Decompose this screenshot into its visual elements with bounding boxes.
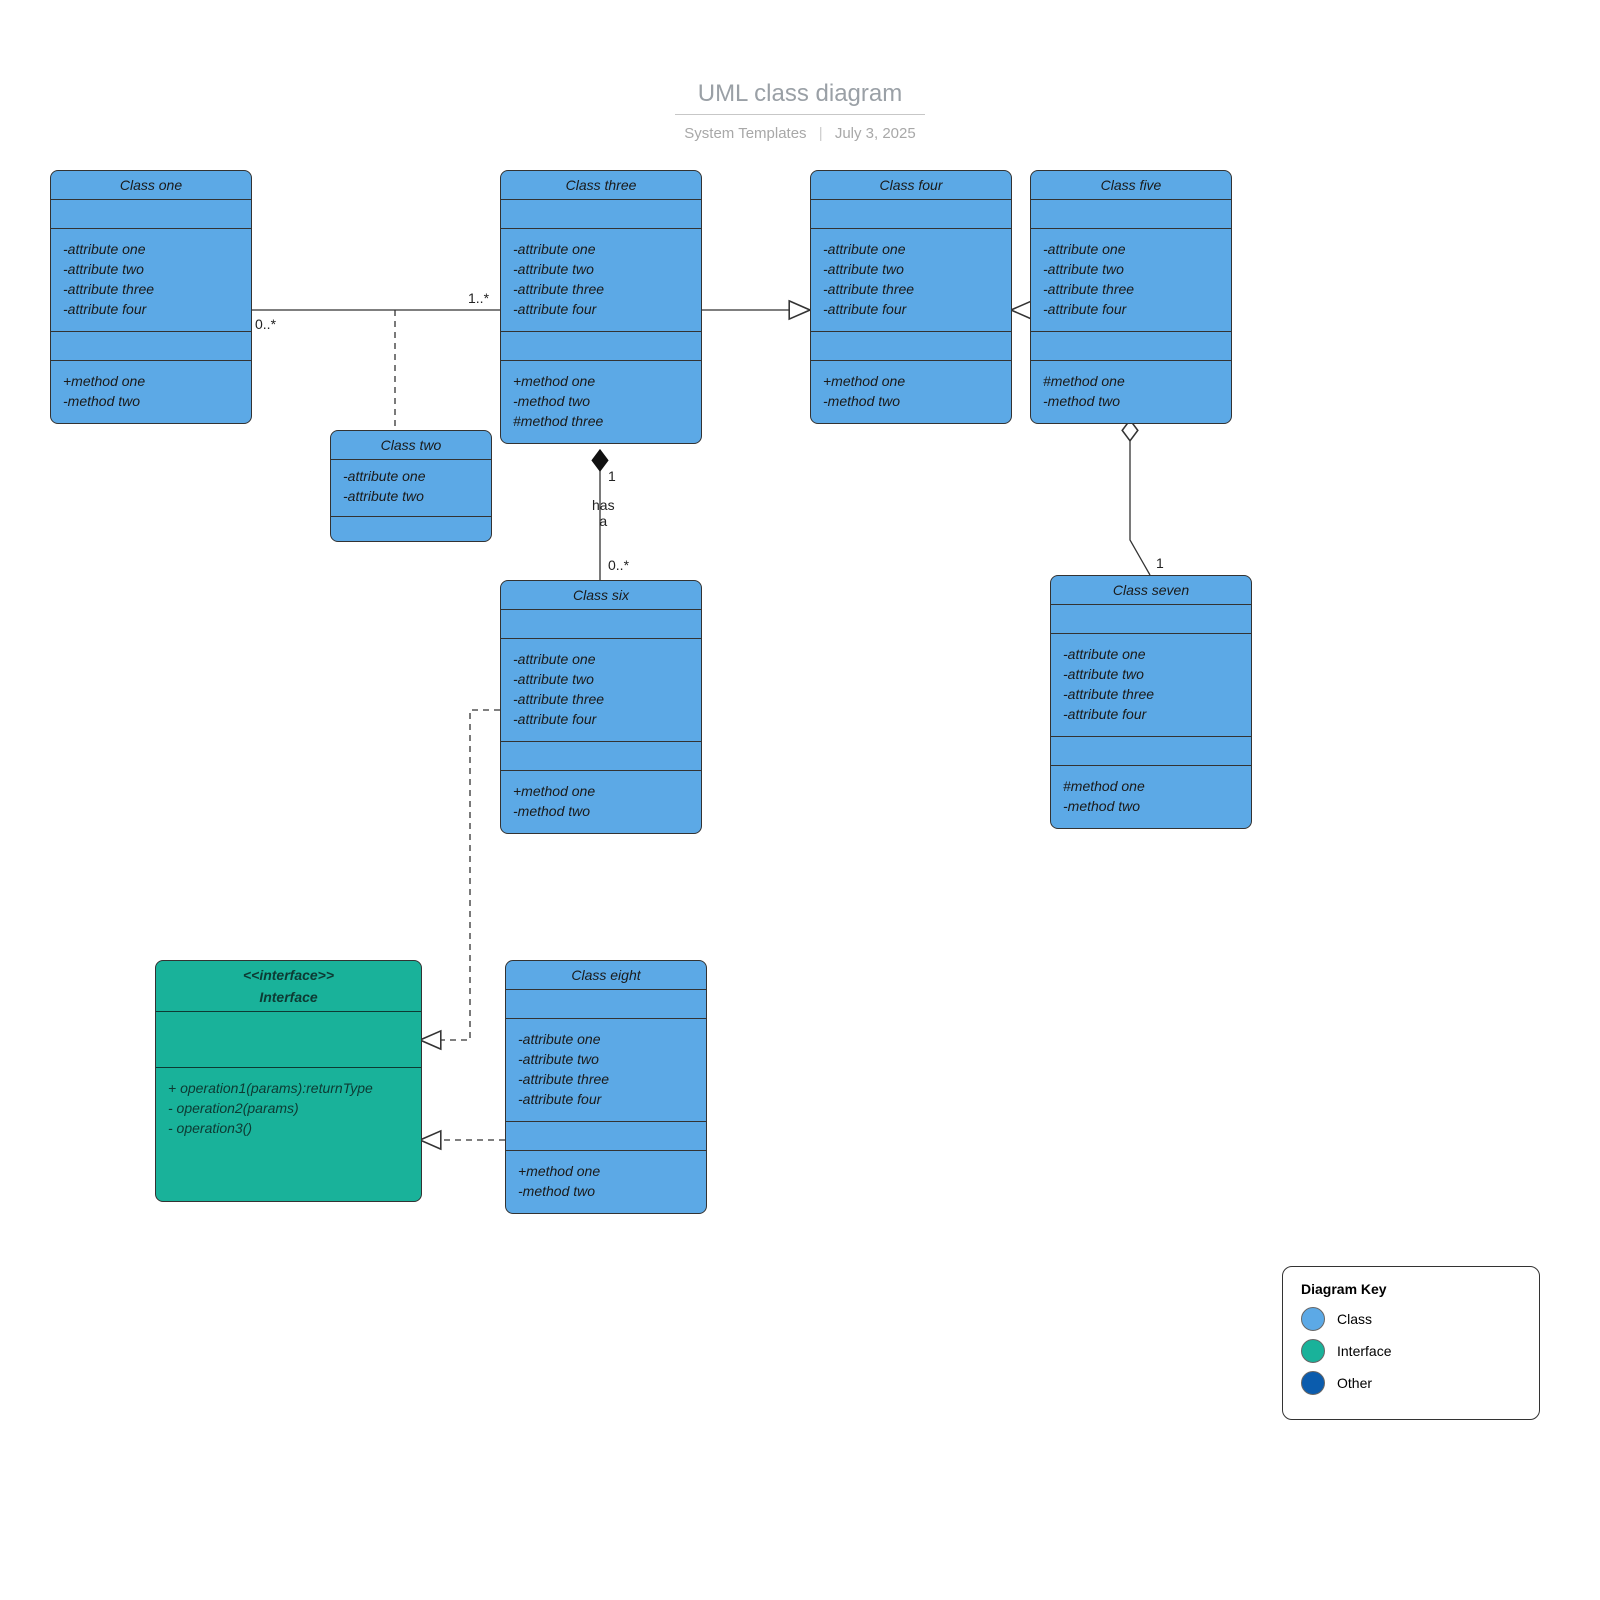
legend-title: Diagram Key — [1301, 1281, 1521, 1297]
label-has-a: has a — [592, 497, 615, 529]
spacer — [51, 200, 251, 229]
methods: #method one -method two — [1031, 361, 1231, 423]
class-five[interactable]: Class five -attribute one -attribute two… — [1030, 170, 1232, 424]
spacer — [1051, 737, 1251, 766]
diagram-subtitle: System Templates | July 3, 2025 — [0, 125, 1600, 142]
class-six[interactable]: Class six -attribute one -attribute two … — [500, 580, 702, 834]
spacer — [156, 1012, 421, 1068]
class-two[interactable]: Class two -attribute one -attribute two — [330, 430, 492, 542]
legend-label: Other — [1337, 1375, 1372, 1391]
legend-row-other: Other — [1301, 1371, 1521, 1395]
divider: | — [819, 125, 823, 142]
spacer — [811, 200, 1011, 229]
legend-row-interface: Interface — [1301, 1339, 1521, 1363]
class-name: Class eight — [506, 961, 706, 990]
methods: +method one -method two — [501, 771, 701, 833]
spacer — [1031, 332, 1231, 361]
attributes: -attribute one -attribute two -attribute… — [501, 639, 701, 742]
interface-box[interactable]: <<interface>> Interface + operation1(par… — [155, 960, 422, 1202]
operations: + operation1(params):returnType - operat… — [156, 1068, 421, 1150]
diagram-author: System Templates — [684, 125, 806, 142]
class-name: Class one — [51, 171, 251, 200]
methods: +method one -method two — [506, 1151, 706, 1213]
class-name: Class four — [811, 171, 1011, 200]
spacer — [501, 610, 701, 639]
legend-label: Interface — [1337, 1343, 1391, 1359]
spacer — [506, 990, 706, 1019]
attributes: -attribute one -attribute two -attribute… — [1031, 229, 1231, 332]
class-name: Class two — [331, 431, 491, 460]
mult-one-three-right: 1..* — [468, 290, 489, 306]
class-name: Class seven — [1051, 576, 1251, 605]
legend-dot-other — [1301, 1371, 1325, 1395]
diagram-legend: Diagram Key Class Interface Other — [1282, 1266, 1540, 1420]
methods: +method one -method two — [811, 361, 1011, 423]
diagram-header: UML class diagram System Templates | Jul… — [0, 80, 1600, 142]
legend-dot-interface — [1301, 1339, 1325, 1363]
mult-three-six-top: 1 — [608, 468, 616, 484]
class-eight[interactable]: Class eight -attribute one -attribute tw… — [505, 960, 707, 1214]
diagram-date: July 3, 2025 — [835, 125, 916, 142]
legend-row-class: Class — [1301, 1307, 1521, 1331]
interface-stereotype: <<interface>> — [156, 961, 421, 983]
class-name: Class three — [501, 171, 701, 200]
class-seven[interactable]: Class seven -attribute one -attribute tw… — [1050, 575, 1252, 829]
attributes: -attribute one -attribute two — [331, 460, 491, 517]
attributes: -attribute one -attribute two -attribute… — [1051, 634, 1251, 737]
spacer — [501, 200, 701, 229]
attributes: -attribute one -attribute two -attribute… — [811, 229, 1011, 332]
spacer — [506, 1122, 706, 1151]
interface-name: Interface — [156, 983, 421, 1012]
class-three[interactable]: Class three -attribute one -attribute tw… — [500, 170, 702, 444]
attributes: -attribute one -attribute two -attribute… — [506, 1019, 706, 1122]
methods: +method one -method two #method three — [501, 361, 701, 443]
spacer — [501, 742, 701, 771]
spacer — [811, 332, 1011, 361]
class-one[interactable]: Class one -attribute one -attribute two … — [50, 170, 252, 424]
mult-one-three-left: 0..* — [255, 316, 276, 332]
methods: +method one -method two — [51, 361, 251, 423]
spacer — [51, 332, 251, 361]
methods — [331, 517, 491, 541]
spacer — [501, 332, 701, 361]
class-four[interactable]: Class four -attribute one -attribute two… — [810, 170, 1012, 424]
mult-three-six-bottom: 0..* — [608, 557, 629, 573]
spacer — [1051, 605, 1251, 634]
diagram-title: UML class diagram — [675, 80, 925, 115]
class-name: Class six — [501, 581, 701, 610]
legend-dot-class — [1301, 1307, 1325, 1331]
methods: #method one -method two — [1051, 766, 1251, 828]
mult-five-seven: 1 — [1156, 555, 1164, 571]
attributes: -attribute one -attribute two -attribute… — [501, 229, 701, 332]
class-name: Class five — [1031, 171, 1231, 200]
attributes: -attribute one -attribute two -attribute… — [51, 229, 251, 332]
spacer — [1031, 200, 1231, 229]
legend-label: Class — [1337, 1311, 1372, 1327]
